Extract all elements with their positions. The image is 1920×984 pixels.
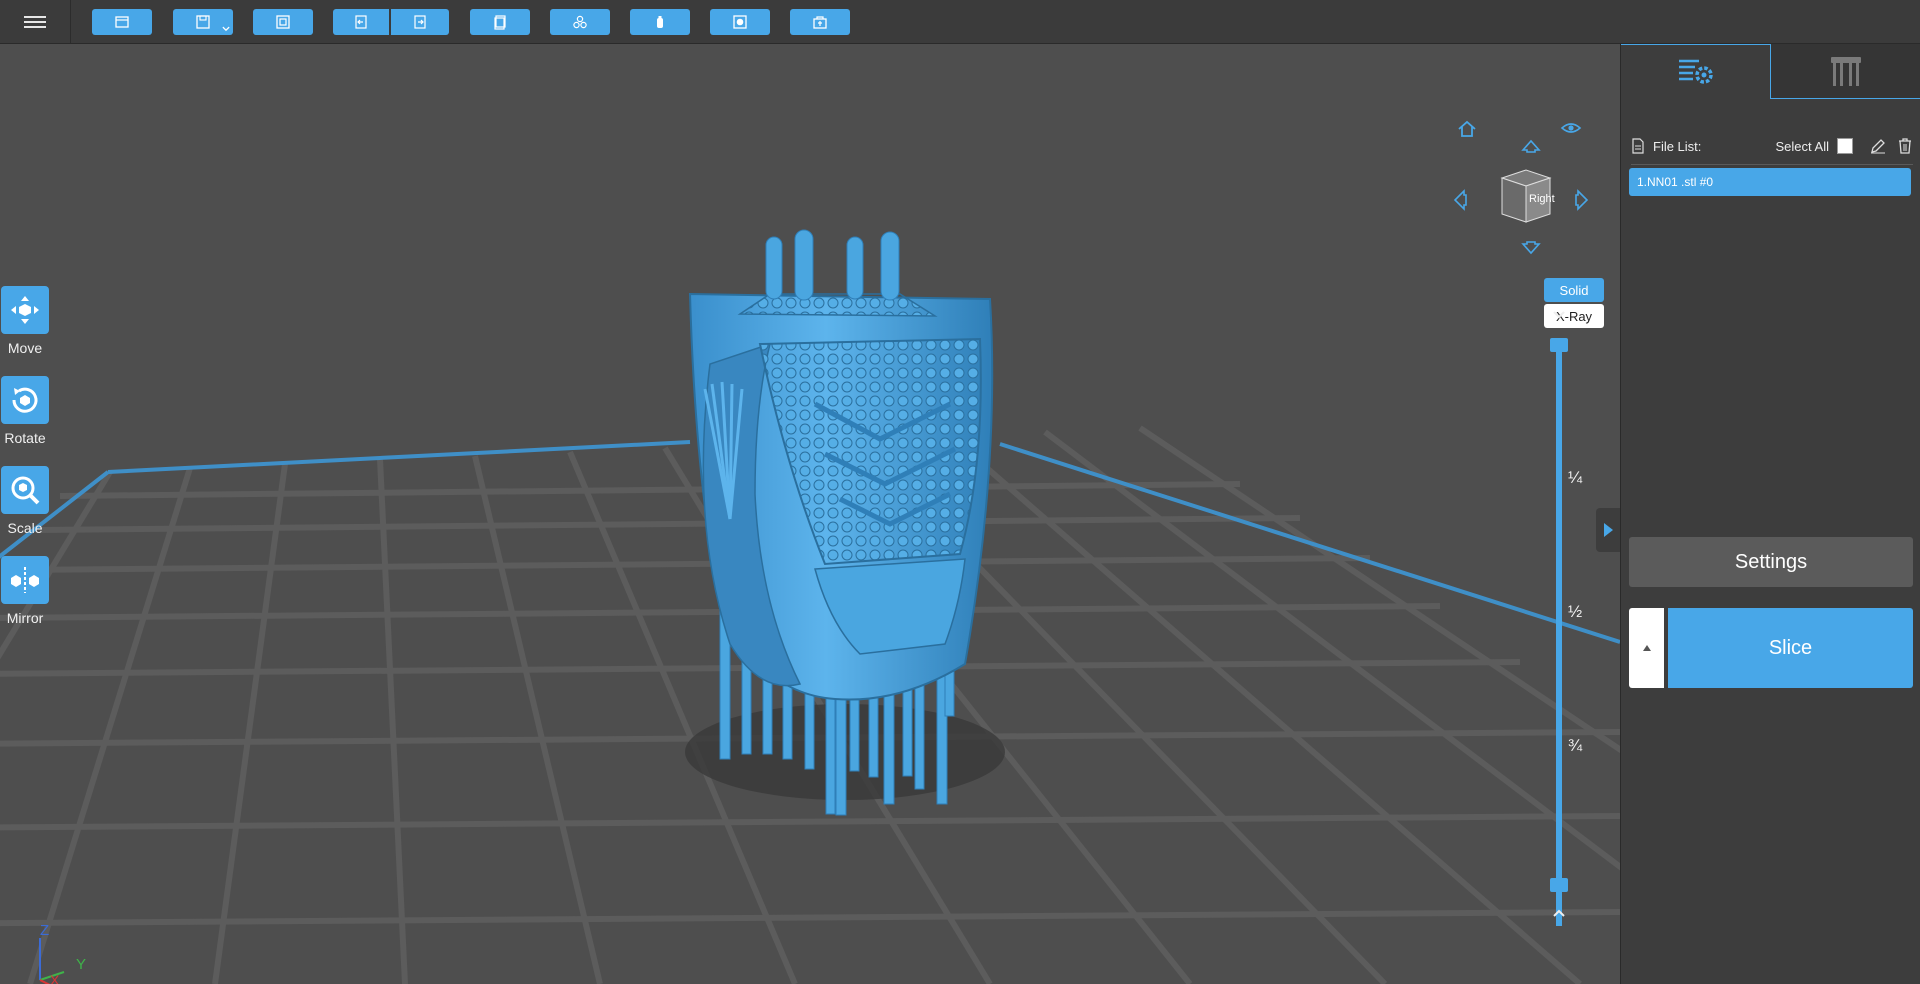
undo-button[interactable] <box>333 9 389 35</box>
slider-expand-chevron-icon[interactable] <box>1550 906 1568 920</box>
scale-icon <box>11 476 40 505</box>
triangle-up-icon <box>1642 645 1651 651</box>
slider-half-label: ½ <box>1568 602 1583 621</box>
mirror-label: Mirror <box>6 610 44 626</box>
edit-icon[interactable] <box>1869 137 1887 155</box>
top-toolbar <box>0 0 1920 44</box>
settings-list-icon <box>1678 59 1713 84</box>
redo-icon <box>414 15 426 29</box>
eye-icon[interactable] <box>1560 120 1582 136</box>
hollow-icon <box>657 16 663 28</box>
open-file-icon <box>115 16 129 28</box>
mirror-tool[interactable]: Mirror <box>0 556 50 626</box>
rotate-tool[interactable]: Rotate <box>0 376 50 446</box>
view-navigator: Right <box>1453 108 1590 255</box>
tab-supports[interactable] <box>1771 44 1920 99</box>
trash-icon[interactable] <box>1897 137 1913 155</box>
select-all-checkbox[interactable] <box>1837 138 1853 154</box>
scale-button[interactable] <box>1 466 49 514</box>
slice-button[interactable]: Slice <box>1668 608 1913 688</box>
panel-collapse-tab[interactable] <box>1596 508 1620 552</box>
top-pillars <box>765 229 900 301</box>
open-file-button[interactable] <box>92 9 152 35</box>
import-button[interactable] <box>253 9 313 35</box>
view-left-arrow-icon[interactable] <box>1452 188 1468 212</box>
mirror-icon <box>11 567 39 593</box>
nav-cube[interactable]: Right <box>1492 166 1555 226</box>
import-icon <box>276 15 290 29</box>
support-icon <box>813 16 827 29</box>
support-button[interactable] <box>790 9 850 35</box>
drain-hole-button[interactable] <box>710 9 770 35</box>
axis-y-label: Y <box>76 956 87 973</box>
triangle-right-icon <box>1604 523 1613 537</box>
settings-button[interactable]: Settings <box>1629 537 1913 587</box>
axis-z-label: Z <box>40 922 50 939</box>
hamburger-menu-button[interactable] <box>0 0 71 43</box>
tab-print-settings[interactable] <box>1621 44 1771 99</box>
scale-label: Scale <box>7 520 43 536</box>
home-view-icon[interactable] <box>1456 118 1478 140</box>
rotate-label: Rotate <box>4 430 46 446</box>
move-icon <box>11 296 39 324</box>
file-icon <box>1632 138 1644 154</box>
drain-hole-icon <box>733 15 747 29</box>
chevron-down-icon <box>222 26 230 32</box>
slider-collapse-chevron-icon[interactable] <box>1550 308 1568 322</box>
supports-icon <box>1831 57 1861 86</box>
slider-bottom-handle[interactable] <box>1550 878 1568 892</box>
copy-button[interactable] <box>470 9 530 35</box>
build-plate-scene[interactable] <box>0 44 1620 984</box>
file-list-item[interactable]: 1.NN01 .stl #0 <box>1629 168 1911 196</box>
layer-slider-track[interactable] <box>1556 344 1562 926</box>
redo-button[interactable] <box>391 9 449 35</box>
slider-three-quarter-label: ¾ <box>1568 736 1583 755</box>
solid-mode-button[interactable]: Solid <box>1544 278 1604 302</box>
arrange-icon <box>573 15 587 29</box>
view-right-arrow-icon[interactable] <box>1574 188 1590 212</box>
slice-options-button[interactable] <box>1629 608 1664 688</box>
cube-face-label: Right <box>1529 193 1555 205</box>
slider-quarter-label: ¼ <box>1568 468 1583 487</box>
rotate-button[interactable] <box>1 376 49 424</box>
file-list-label: File List: <box>1653 138 1702 154</box>
save-button[interactable] <box>173 9 233 35</box>
axis-x-label: X <box>50 972 60 984</box>
axes-indicator: Z Y X <box>30 920 100 984</box>
move-button[interactable] <box>1 286 49 334</box>
hollow-button[interactable] <box>630 9 690 35</box>
scale-tool[interactable]: Scale <box>0 466 50 536</box>
menu-icon <box>24 13 46 31</box>
move-label: Move <box>7 340 43 356</box>
save-icon <box>196 15 210 29</box>
mirror-button[interactable] <box>1 556 49 604</box>
file-list-header: File List: Select All <box>1631 134 1913 165</box>
rotate-icon <box>12 387 38 413</box>
arrange-button[interactable] <box>550 9 610 35</box>
select-all-label: Select All <box>1775 138 1829 154</box>
undo-icon <box>355 15 367 29</box>
view-down-arrow-icon[interactable] <box>1520 240 1542 256</box>
move-tool[interactable]: Move <box>0 286 50 356</box>
view-up-arrow-icon[interactable] <box>1520 138 1542 154</box>
3d-viewport[interactable]: Move Rotate Scale Mirror Right Solid X-R… <box>0 44 1620 984</box>
copy-icon <box>494 15 506 30</box>
right-panel: File List: Select All 1.NN01 .stl #0 Set… <box>1620 44 1920 984</box>
